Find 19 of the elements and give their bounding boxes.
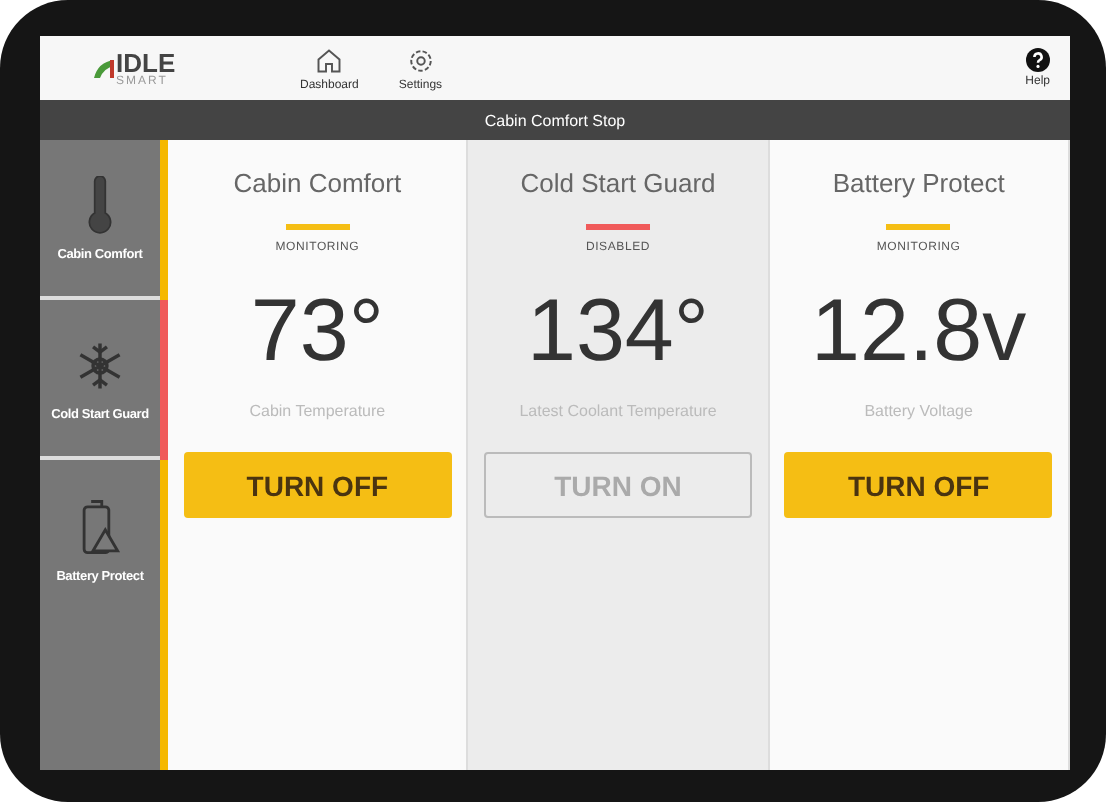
reading-caption: Cabin Temperature bbox=[249, 402, 386, 420]
title-bar: Cabin Comfort Stop bbox=[40, 100, 1070, 140]
home-icon bbox=[314, 45, 345, 75]
status-line bbox=[285, 224, 350, 230]
card-title: Battery Protect bbox=[832, 168, 1005, 198]
settings-icon bbox=[405, 45, 436, 75]
reading-caption: Battery Voltage bbox=[864, 402, 973, 420]
toggle-button[interactable]: TURN OFF bbox=[183, 452, 452, 518]
card-title: Cold Start Guard bbox=[520, 168, 716, 198]
toggle-button[interactable]: TURN OFF bbox=[784, 452, 1053, 518]
status-line bbox=[886, 224, 951, 230]
help-icon bbox=[1025, 48, 1050, 72]
reading-value: 73° bbox=[250, 282, 384, 382]
logo-arc-icon bbox=[92, 56, 116, 80]
card-title: Cabin Comfort bbox=[233, 168, 402, 198]
status-line bbox=[585, 224, 650, 230]
logo-text: IDLE bbox=[116, 49, 176, 75]
reading-value: 12.8v bbox=[811, 282, 1027, 382]
reading-value: 134° bbox=[526, 282, 709, 382]
